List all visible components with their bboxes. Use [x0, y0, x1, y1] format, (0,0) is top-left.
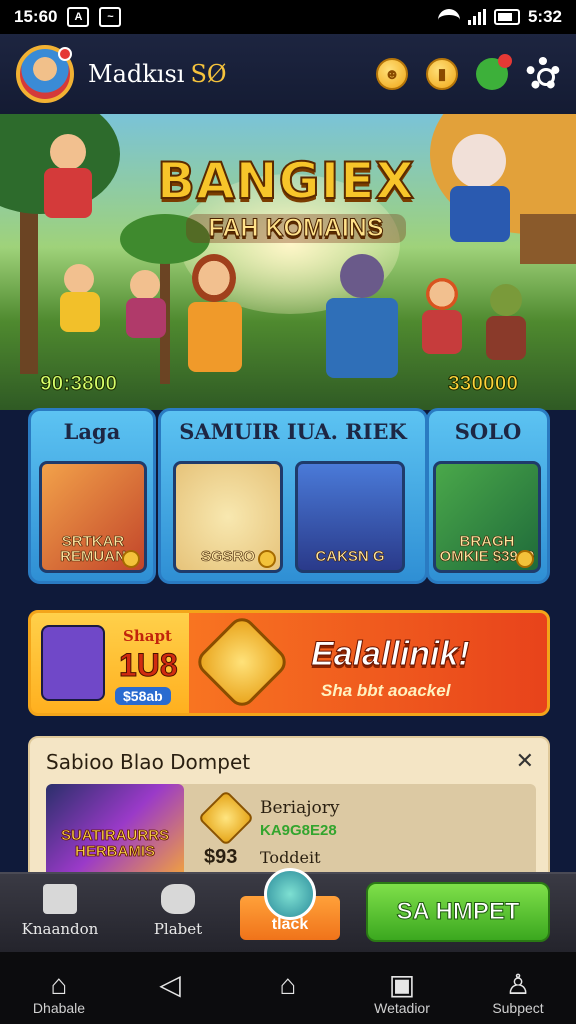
hero-score-left: 90:3800	[39, 372, 118, 396]
action-label: Knaandon	[21, 920, 99, 938]
person-icon: ♙	[505, 969, 531, 1000]
reward-card: Sabioo Blao Dompet ✕ SUATIRAURRS HERBAMI…	[28, 736, 550, 886]
building-icon	[43, 884, 77, 914]
signal-icon	[467, 9, 486, 25]
nav-support-label: Subpect	[492, 1000, 544, 1016]
character-redhead-boy	[412, 278, 472, 378]
chat-badge	[498, 54, 512, 68]
nav-home-label: Dhabale	[32, 1000, 86, 1016]
app-header: Madkısı SØ ☻ ▮	[0, 34, 576, 114]
character-kid-blue	[116, 270, 176, 360]
game-tile[interactable]: SGSRO	[173, 461, 283, 573]
reward-thumbnail: SUATIRAURRS HERBAMIS	[46, 784, 184, 880]
nav-home[interactable]: ⌂ Dhabale	[24, 969, 94, 1017]
game-tile[interactable]: CAKSN G	[295, 461, 405, 573]
promo-price-pill: $58ab	[115, 687, 171, 705]
nav-support[interactable]: ♙ Subpect	[478, 969, 558, 1017]
game-tile[interactable]: BRAGH OMKIE $3900	[433, 461, 541, 573]
home-outline-icon: ⌂	[279, 969, 297, 1000]
game-tile[interactable]: SRTKAR REMUAN	[39, 461, 147, 573]
chat-bubble-icon	[264, 868, 316, 920]
home-icon: ⌂	[50, 969, 68, 1000]
character-jumping-boy	[30, 134, 110, 244]
notification-icon: A	[67, 7, 90, 27]
coin-icon	[122, 550, 140, 568]
action-plabet[interactable]: Plabet	[138, 884, 218, 938]
character-armored-monster	[312, 254, 412, 394]
character-goblin	[476, 284, 536, 384]
promo-headline: Ealallinik!	[311, 635, 471, 674]
hero-banner[interactable]: BANGIEX FAH KOMAINS 90:3800 330000	[0, 114, 576, 410]
nav-back[interactable]: ◁	[150, 970, 190, 1000]
reward-code: KA9G8E28	[260, 822, 337, 839]
promo-banner[interactable]: Shapt 1U8 $58ab Ealallinik! Sha bbt aoac…	[28, 610, 550, 716]
emoji-coin-icon[interactable]: ☻	[376, 58, 408, 90]
nav-wallet[interactable]: ▣ Wetadior	[362, 969, 442, 1017]
category-samuir[interactable]: SAMUIR IUA. RIEK SGSRO CAKSN G	[158, 408, 428, 584]
category-laga[interactable]: Laga SRTKAR REMUAN	[28, 408, 156, 584]
promo-character	[41, 625, 105, 701]
status-bar: 15:60 A ~ 5:32	[0, 0, 576, 34]
gift-coin-icon[interactable]: ▮	[426, 58, 458, 90]
nav-wallet-label: Wetadior	[374, 1000, 430, 1016]
category-solo[interactable]: SOLO BRAGH OMKIE $3900	[426, 408, 550, 584]
hero-subtitle: FAH KOMAINS	[186, 214, 406, 243]
coin-icon	[516, 550, 534, 568]
clock-left: 15:60	[14, 7, 58, 26]
category-title: Laga	[63, 419, 121, 444]
back-icon: ◁	[159, 969, 181, 1000]
link-icon: ~	[99, 7, 122, 27]
reward-title: Sabioo Blao Dompet	[46, 750, 251, 774]
promo-left-panel: Shapt 1U8 $58ab	[31, 613, 189, 713]
reward-item[interactable]: SUATIRAURRS HERBAMIS $93 Beriajory KA9G8…	[46, 784, 536, 880]
category-title: SAMUIR IUA. RIEK	[179, 419, 407, 444]
reward-category: Beriajory	[260, 798, 340, 818]
avatar[interactable]	[16, 45, 74, 103]
avatar-notification-badge	[58, 47, 72, 61]
game-categories: Laga SRTKAR REMUAN SAMUIR IUA. RIEK SGSR…	[28, 408, 550, 584]
coin-icon	[258, 550, 276, 568]
gem-icon	[197, 789, 255, 847]
bottom-nav: ⌂ Dhabale ◁ ⌂ ▣ Wetadior ♙ Subpect	[0, 952, 576, 1024]
clock-right: 5:32	[527, 7, 562, 26]
primary-cta-button[interactable]: SA HMPET	[366, 882, 550, 942]
reward-price: $93	[204, 846, 238, 868]
promo-small-text: Shapt	[123, 627, 172, 645]
wifi-icon	[437, 9, 460, 25]
treehouse	[520, 214, 576, 264]
close-icon[interactable]: ✕	[516, 748, 534, 774]
category-title: SOLO	[454, 419, 522, 444]
character-kid-yellow	[50, 264, 110, 354]
character-girl	[170, 254, 260, 394]
nav-home-system[interactable]: ⌂	[268, 970, 308, 1000]
wallet-icon: ▣	[388, 969, 416, 1000]
gear-icon[interactable]	[526, 57, 560, 91]
level-text: SØ	[190, 60, 227, 88]
treasure-chest-icon	[192, 613, 292, 712]
promo-big-text: 1U8	[119, 647, 179, 684]
promo-subline: Sha bbt aoackel	[321, 681, 451, 700]
character-bunny	[436, 124, 526, 254]
action-bar: Knaandon Plabet tlack SA HMPET	[0, 868, 576, 952]
username: Madkısı SØ	[88, 60, 227, 88]
chat-icon[interactable]	[476, 54, 512, 90]
action-knaandon[interactable]: Knaandon	[20, 884, 100, 938]
username-text: Madkısı	[88, 60, 185, 88]
battery-icon	[493, 9, 520, 25]
action-label: Plabet	[153, 920, 203, 938]
hero-title: BANGIEX	[156, 151, 415, 211]
hero-score-right: 330000	[447, 372, 519, 396]
reward-status: Toddeit	[260, 848, 321, 867]
reward-thumb-label: SUATIRAURRS HERBAMIS	[60, 827, 170, 860]
pet-icon	[161, 884, 195, 914]
game-tile-label: CAKSN G	[315, 548, 385, 565]
